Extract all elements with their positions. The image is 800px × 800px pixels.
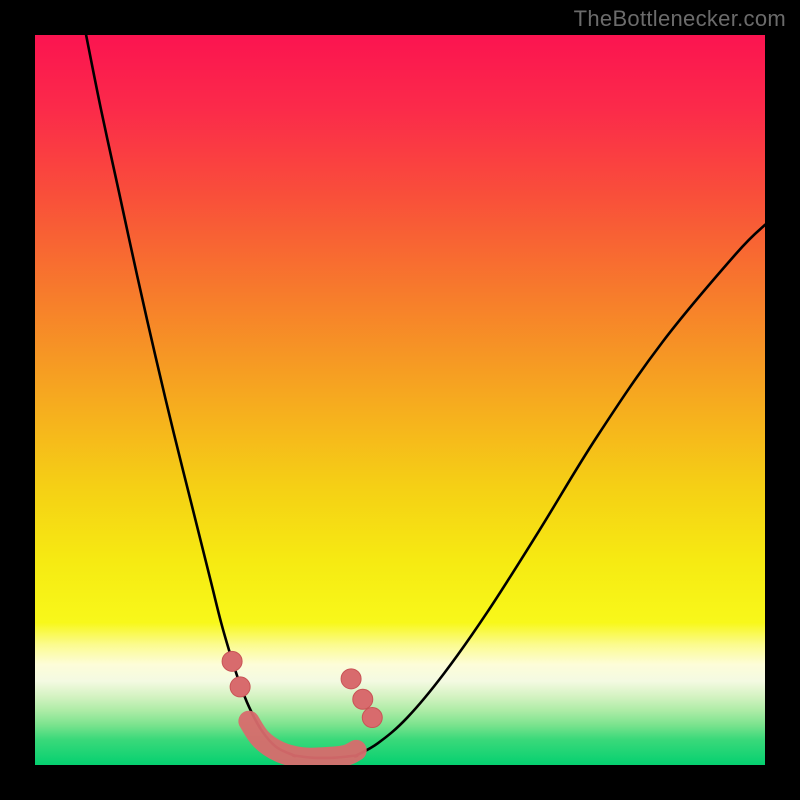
watermark-label: TheBottlenecker.com xyxy=(574,6,786,32)
data-marker xyxy=(362,708,382,728)
data-marker xyxy=(230,677,250,697)
data-marker xyxy=(353,689,373,709)
plot-svg xyxy=(35,35,765,765)
plot-area xyxy=(35,35,765,765)
data-marker xyxy=(222,651,242,671)
gradient-background xyxy=(35,35,765,765)
outer-frame: TheBottlenecker.com xyxy=(0,0,800,800)
data-marker xyxy=(341,669,361,689)
